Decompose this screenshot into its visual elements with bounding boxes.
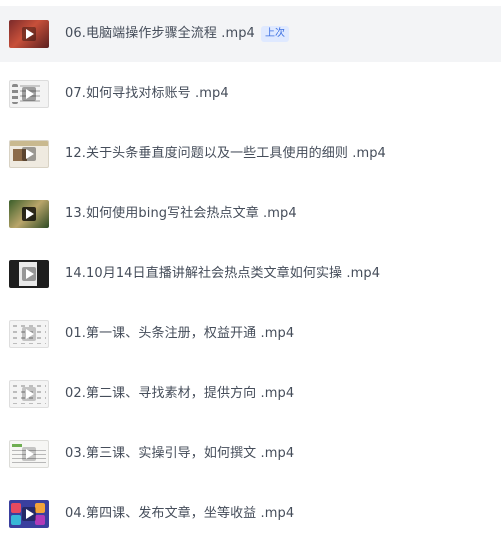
file-row-03[interactable]: 03.第三课、实操引导，如何撰文 .mp4: [0, 426, 501, 482]
thumbnail-detail: [11, 515, 21, 525]
last-watched-badge: 上次: [260, 26, 290, 42]
thumbnail-detail: [11, 503, 21, 513]
file-row-13[interactable]: 13.如何使用bing写社会热点文章 .mp4: [0, 186, 501, 242]
video-thumbnail: [9, 20, 49, 48]
file-row-04[interactable]: 04.第四课、发布文章，坐等收益 .mp4: [0, 486, 501, 542]
play-icon: [26, 509, 34, 519]
video-thumbnail: [9, 260, 49, 288]
file-title: 02.第二课、寻找素材，提供方向 .mp4: [65, 386, 295, 401]
play-icon: [26, 29, 34, 39]
file-title: 06.电脑端操作步骤全流程 .mp4: [65, 26, 255, 41]
file-title: 01.第一课、头条注册，权益开通 .mp4: [65, 326, 295, 341]
video-thumbnail: [9, 440, 49, 468]
file-row-02[interactable]: 02.第二课、寻找素材，提供方向 .mp4: [0, 366, 501, 422]
file-title: 03.第三课、实操引导，如何撰文 .mp4: [65, 446, 295, 461]
video-thumbnail: [9, 380, 49, 408]
play-icon: [26, 269, 34, 279]
file-title: 14.10月14日直播讲解社会热点类文章如何实操 .mp4: [65, 266, 381, 281]
file-row-07[interactable]: 07.如何寻找对标账号 .mp4: [0, 66, 501, 122]
video-thumbnail: [9, 320, 49, 348]
file-title-wrap: 06.电脑端操作步骤全流程 .mp4 上次: [65, 6, 290, 62]
video-thumbnail: [9, 80, 49, 108]
play-icon: [26, 389, 34, 399]
file-title: 13.如何使用bing写社会热点文章 .mp4: [65, 206, 297, 221]
file-title: 07.如何寻找对标账号 .mp4: [65, 86, 229, 101]
file-row-14[interactable]: 14.10月14日直播讲解社会热点类文章如何实操 .mp4: [0, 246, 501, 302]
thumbnail-detail: [10, 141, 48, 146]
play-icon: [26, 149, 34, 159]
thumbnail-detail: [35, 515, 45, 525]
play-icon: [26, 209, 34, 219]
video-file-list: 06.电脑端操作步骤全流程 .mp4 上次 07.如何寻找对标账号 .mp4 12…: [0, 0, 501, 539]
thumbnail-detail: [12, 84, 18, 104]
video-thumbnail: [9, 140, 49, 168]
play-icon: [26, 449, 34, 459]
play-icon: [26, 329, 34, 339]
video-thumbnail: [9, 200, 49, 228]
video-thumbnail: [9, 500, 49, 528]
file-title: 12.关于头条垂直度问题以及一些工具使用的细则 .mp4: [65, 146, 386, 161]
file-row-12[interactable]: 12.关于头条垂直度问题以及一些工具使用的细则 .mp4: [0, 126, 501, 182]
thumbnail-detail: [12, 444, 22, 447]
thumbnail-detail: [35, 503, 45, 513]
file-title: 04.第四课、发布文章，坐等收益 .mp4: [65, 506, 295, 521]
file-row-01[interactable]: 01.第一课、头条注册，权益开通 .mp4: [0, 306, 501, 362]
play-icon: [26, 89, 34, 99]
file-row-06[interactable]: 06.电脑端操作步骤全流程 .mp4 上次: [0, 6, 501, 62]
